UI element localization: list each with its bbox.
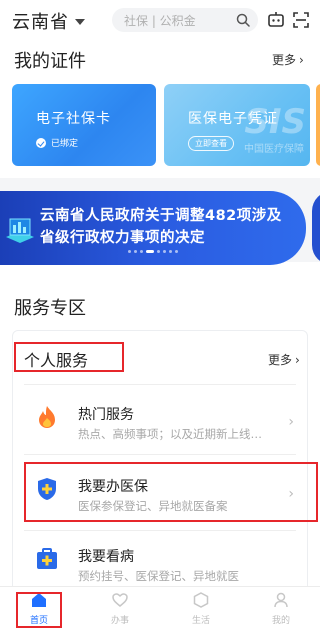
banner-headline: 云南省人民政府关于调整482项涉及省级行政权力事项的决定 (40, 208, 282, 246)
shield-plus-icon (38, 478, 56, 500)
flame-icon (39, 406, 55, 428)
divider (24, 384, 296, 385)
chevron-right-icon: › (288, 414, 294, 430)
social-security-card[interactable]: 电子社保卡 已绑定 (12, 84, 156, 166)
next-banner-peek[interactable] (312, 191, 320, 265)
tab-services[interactable]: 办事 (95, 591, 145, 629)
service-item-title: 我要办医保 (78, 479, 148, 495)
personal-services-title[interactable]: 个人服务 (24, 347, 88, 371)
news-banner[interactable]: 云南省人民政府关于调整482项涉及省级行政权力事项的决定 (0, 191, 306, 265)
tab-label: 办事 (110, 616, 129, 626)
carousel-dot (134, 250, 137, 253)
government-building-icon (6, 218, 34, 243)
more-label: 更多 (272, 53, 297, 67)
watermark-text: 中国医疗保障 (244, 144, 304, 155)
chevron-right-icon: › (288, 486, 294, 502)
service-item-desc: 热点、高频事项；以及近期新上线… (78, 427, 262, 441)
tab-label: 生活 (191, 616, 210, 626)
service-item-medical-insurance[interactable]: 我要办医保 医保参保登记、异地就医备案 › (24, 470, 296, 534)
card-status-label: 已绑定 (51, 139, 79, 149)
medical-insurance-voucher-card[interactable]: SIS 中国医疗保障 医保电子凭证 立即查看 (164, 84, 310, 166)
card-status: 已绑定 (36, 136, 78, 149)
divider (24, 530, 296, 531)
more-label: 更多 (268, 353, 293, 367)
carousel-dot-active (146, 250, 154, 253)
chevron-right-icon: › (295, 352, 300, 367)
tab-mine[interactable]: 我的 (256, 591, 306, 629)
top-header: 云南省 社保 | 公积金 (0, 0, 320, 40)
service-item-hot-services[interactable]: 热门服务 热点、高频事项；以及近期新上线… › (24, 398, 296, 462)
card-name: 医保电子凭证 (188, 111, 278, 127)
divider (24, 454, 296, 455)
tab-life[interactable]: 生活 (176, 591, 226, 629)
next-card-peek[interactable] (316, 84, 320, 166)
highlight-box-home-tab (16, 592, 62, 628)
carousel-indicator (128, 250, 181, 253)
heart-icon (112, 593, 128, 607)
service-zone-title: 服务专区 (14, 298, 86, 319)
carousel-dot (157, 250, 160, 253)
scan-icon[interactable] (292, 11, 310, 29)
carousel-dot (128, 250, 131, 253)
carousel-dot (175, 250, 178, 253)
carousel-dot (169, 250, 172, 253)
service-item-desc: 预约挂号、医保登记、异地就医 (78, 569, 239, 583)
personal-services-more-link[interactable]: 更多 › (268, 351, 300, 368)
certificates-more-link[interactable]: 更多 › (272, 51, 304, 68)
medical-kit-icon (37, 548, 57, 569)
carousel-dot (140, 250, 143, 253)
search-placeholder: 社保 | 公积金 (124, 13, 196, 28)
service-item-desc: 医保参保登记、异地就医备案 (78, 499, 228, 513)
check-circle-icon (36, 137, 46, 148)
province-label: 云南省 (12, 12, 69, 33)
service-item-title: 我要看病 (78, 549, 134, 565)
tab-label: 我的 (271, 616, 290, 626)
card-name: 电子社保卡 (36, 111, 111, 127)
service-item-title: 热门服务 (78, 407, 134, 423)
certificates-title: 我的证件 (14, 51, 86, 72)
province-selector[interactable]: 云南省 (12, 8, 85, 34)
chevron-right-icon: › (299, 52, 304, 67)
caret-down-icon (75, 19, 85, 25)
search-icon (236, 13, 250, 27)
carousel-dot (163, 250, 166, 253)
robot-assistant-icon[interactable] (267, 11, 285, 29)
user-icon (274, 592, 288, 608)
search-bar[interactable]: 社保 | 公积金 (112, 8, 258, 32)
hexagon-icon (193, 592, 209, 608)
view-now-button[interactable]: 立即查看 (188, 136, 234, 151)
